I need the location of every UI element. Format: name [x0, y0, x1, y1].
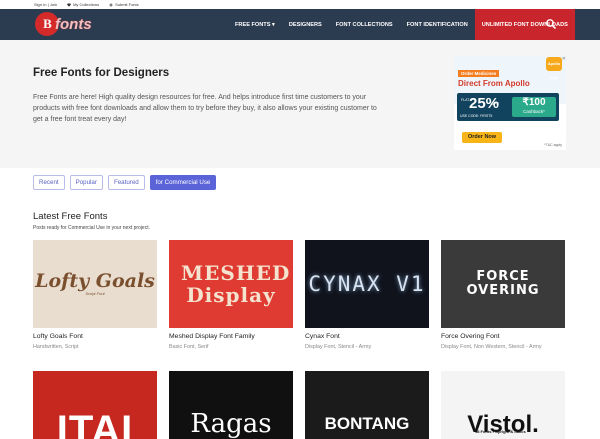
ad-terms: *T&C apply: [544, 143, 562, 147]
font-categories[interactable]: Display Font, Non Western, Stencil - Arm…: [441, 343, 565, 351]
font-preview-image[interactable]: Lofty Goals Script Font: [33, 240, 157, 328]
heart-icon: [67, 2, 71, 7]
font-card[interactable]: FORCE OVERING Force Overing Font Display…: [441, 240, 565, 351]
font-preview-text: Ragas: [190, 409, 272, 439]
ad-cashback-badge: ₹100 Cashback*: [512, 97, 556, 117]
filter-tabs: Recent Popular Featured for Commercial U…: [33, 175, 217, 190]
ad-brand-logo: Apollo 24|7: [546, 57, 562, 80]
main-navbar: B fonts FREE FONTS ▾ DESIGNERS FONT COLL…: [0, 9, 600, 40]
tab-recent[interactable]: Recent: [33, 175, 65, 190]
my-collections-label: My Collections: [73, 2, 100, 7]
nav-font-identification[interactable]: FONT IDENTIFICATION: [400, 9, 475, 40]
font-name-link[interactable]: Meshed Display Font Family: [169, 333, 293, 340]
font-preview-image[interactable]: ITAI: [33, 371, 157, 439]
close-icon[interactable]: ✕: [562, 56, 566, 62]
logo-wordmark: fonts: [55, 15, 92, 33]
font-categories[interactable]: Display Font, Stencil - Army: [305, 343, 429, 351]
tab-commercial-use[interactable]: for Commercial Use: [149, 175, 217, 190]
font-preview-image[interactable]: Vistol. 18 Fonts • Upright & Italics: [441, 371, 565, 439]
tab-popular[interactable]: Popular: [69, 175, 103, 190]
font-card[interactable]: Lofty Goals Script Font Lofty Goals Font…: [33, 240, 157, 351]
font-preview-text: Lofty Goals: [35, 270, 155, 292]
section-title: Latest Free Fonts: [33, 211, 108, 222]
font-name-link[interactable]: Cynax Font: [305, 333, 429, 340]
submit-fonts-label: Submit Fonts: [115, 2, 139, 7]
font-preview-art: Lofty Goals Script Font: [35, 270, 155, 297]
ad-headline: Direct From Apollo: [458, 79, 530, 88]
ad-off-label: OFF: [491, 101, 499, 106]
ad-promo-code: USE CODE: FIRST5: [460, 114, 493, 118]
font-preview-image[interactable]: CYNAX V1: [305, 240, 429, 328]
tab-featured[interactable]: Featured: [107, 175, 145, 190]
font-preview-text: Vistol.: [467, 411, 539, 438]
utility-bar: Sign In | Join My Collections Submit Fon…: [0, 0, 600, 9]
font-preview-text: CYNAX V1: [308, 272, 426, 296]
plus-icon: [109, 2, 113, 7]
font-card[interactable]: BONTANG: [305, 371, 429, 439]
font-preview-image[interactable]: BONTANG: [305, 371, 429, 439]
ad-offer-box: FLAT 25% OFF ₹100 Cashback* USE CODE: FI…: [457, 93, 559, 121]
nav-font-collections[interactable]: FONT COLLECTIONS: [329, 9, 400, 40]
signin-link[interactable]: Sign In | Join: [34, 2, 57, 7]
font-name-link[interactable]: Force Overing Font: [441, 333, 565, 340]
search-icon[interactable]: [545, 18, 557, 30]
submit-fonts-link[interactable]: Submit Fonts: [109, 2, 139, 7]
font-preview-image[interactable]: Ragas: [169, 371, 293, 439]
nav-free-fonts[interactable]: FREE FONTS ▾: [228, 9, 282, 40]
font-card[interactable]: Vistol. 18 Fonts • Upright & Italics: [441, 371, 565, 439]
font-card[interactable]: ITAI: [33, 371, 157, 439]
nav-designers[interactable]: DESIGNERS: [282, 9, 329, 40]
font-card[interactable]: CYNAX V1 Cynax Font Display Font, Stenci…: [305, 240, 429, 351]
font-card[interactable]: MESHED Display Meshed Display Font Famil…: [169, 240, 293, 351]
ad-flat-label: FLAT: [461, 98, 470, 102]
font-name-link[interactable]: Lofty Goals Font: [33, 333, 157, 340]
nav-menu: FREE FONTS ▾ DESIGNERS FONT COLLECTIONS …: [228, 9, 575, 40]
advertisement-banner[interactable]: Apollo 24|7 ✕ Order Medicines Direct Fro…: [454, 56, 566, 150]
chevron-down-icon: ▾: [272, 21, 275, 28]
font-preview-text: ITAI: [56, 407, 134, 439]
ad-cashback-amount: ₹100: [522, 97, 546, 108]
nav-unlimited-downloads[interactable]: UNLIMITED FONT DOWNLOADS: [474, 9, 575, 40]
hero-description: Free Fonts are here! High quality design…: [33, 94, 377, 123]
site-logo[interactable]: B fonts: [35, 12, 92, 36]
font-card[interactable]: Ragas: [169, 371, 293, 439]
font-preview-text: MESHED Display: [181, 261, 291, 307]
my-collections-link[interactable]: My Collections: [67, 2, 99, 7]
ad-order-button[interactable]: Order Now: [462, 132, 502, 143]
section-subtitle: Posts ready for Commercial Use in your n…: [33, 225, 150, 231]
signin-label: Sign In | Join: [34, 2, 58, 7]
page-title: Free Fonts for Designers: [33, 67, 170, 79]
ad-cashback-label: Cashback*: [523, 109, 545, 114]
font-preview-text: BONTANG: [324, 414, 410, 433]
font-preview-subtext: 18 Fonts • Upright & Italics: [475, 429, 526, 434]
nav-free-fonts-label: FREE FONTS: [235, 21, 271, 28]
font-categories[interactable]: Basic Font, Serif: [169, 343, 293, 351]
font-categories[interactable]: Handwritten, Script: [33, 343, 157, 351]
font-preview-image[interactable]: FORCE OVERING: [441, 240, 565, 328]
font-preview-text: FORCE OVERING: [466, 269, 540, 298]
font-preview-image[interactable]: MESHED Display: [169, 240, 293, 328]
ad-order-tag: Order Medicines: [458, 70, 500, 77]
